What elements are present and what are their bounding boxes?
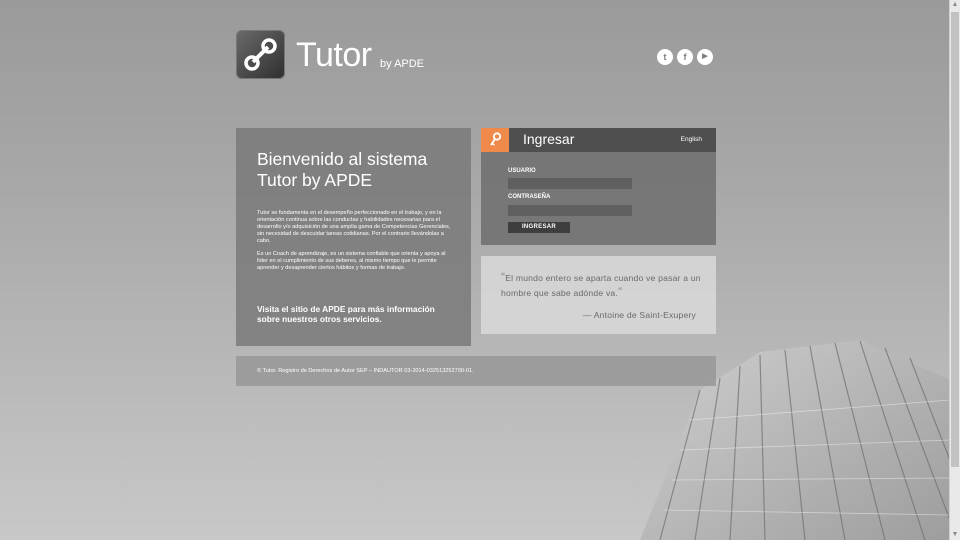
brand-subtitle: by APDE [380, 58, 425, 70]
scroll-down-icon[interactable]: ▼ [950, 530, 960, 540]
quote-text-block: “El mundo entero se aparta cuando ve pas… [501, 270, 711, 300]
twitter-icon[interactable]: t [657, 49, 673, 65]
password-label: CONTRASEÑA [508, 194, 551, 200]
welcome-paragraph-1: Tutor se fundamenta en el desempeño perf… [257, 210, 451, 244]
vertical-scrollbar[interactable]: ▲ ▼ [949, 0, 960, 540]
welcome-title: Bienvenido al sistema Tutor by APDE [257, 149, 428, 190]
key-icon [481, 128, 509, 152]
username-label: USUARIO [508, 168, 536, 174]
scrollbar-thumb[interactable] [951, 12, 959, 467]
youtube-icon[interactable]: ▶ [697, 49, 713, 65]
login-title: Ingresar [523, 131, 575, 147]
username-input[interactable] [508, 178, 632, 189]
tutor-logo[interactable] [236, 30, 285, 79]
welcome-paragraph-2: Es un Coach de aprendizaje, es un sistem… [257, 251, 446, 271]
link-nodes-icon [244, 38, 277, 71]
password-input[interactable] [508, 205, 632, 216]
quote-text: El mundo entero se aparta cuando ve pasa… [501, 273, 701, 298]
login-submit-button[interactable]: INGRESAR [508, 222, 570, 233]
site-header: Tutor by APDE t f ▶ [236, 30, 716, 82]
apde-site-link[interactable]: Visita el sitio de APDE para más informa… [257, 304, 457, 324]
welcome-panel: Bienvenido al sistema Tutor by APDE Tuto… [236, 128, 471, 346]
language-switch-link[interactable]: English [681, 136, 702, 143]
brand-title: Tutor [296, 36, 372, 74]
login-panel: Ingresar English USUARIO CONTRASEÑA INGR… [481, 128, 716, 245]
facebook-icon[interactable]: f [677, 49, 693, 65]
quote-panel: “El mundo entero se aparta cuando ve pas… [481, 256, 716, 334]
scroll-up-icon[interactable]: ▲ [950, 0, 960, 10]
copyright-text: © Tutor. Registro de Derechos de Autor S… [257, 368, 474, 374]
footer-bar: © Tutor. Registro de Derechos de Autor S… [236, 356, 716, 386]
quote-close-mark: ” [618, 285, 623, 299]
quote-author: — Antoine de Saint-Exupery [582, 310, 696, 320]
